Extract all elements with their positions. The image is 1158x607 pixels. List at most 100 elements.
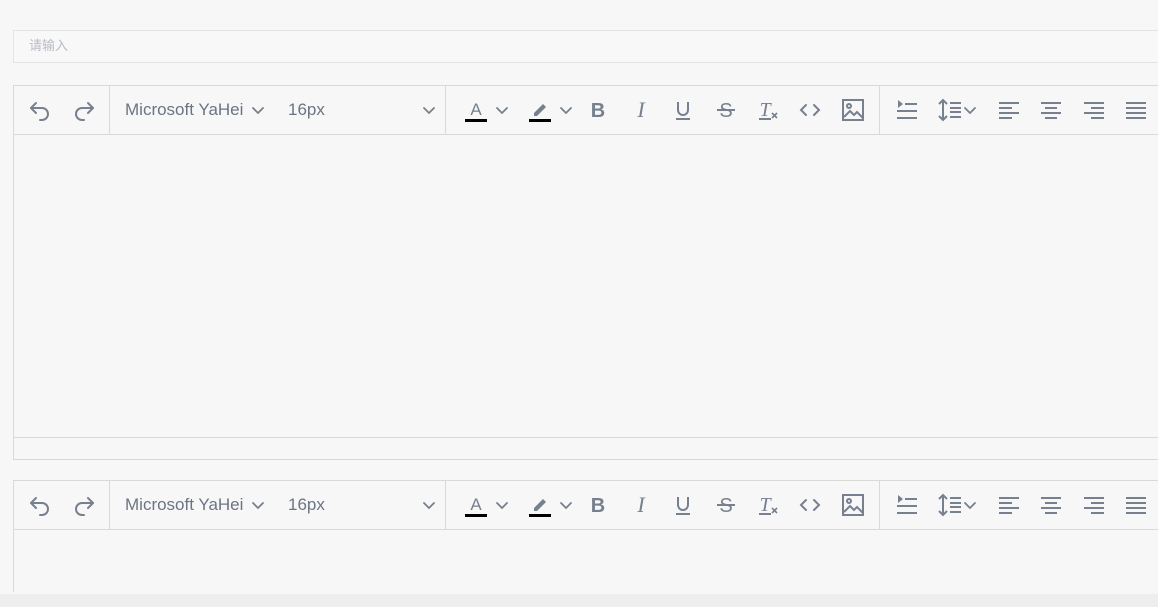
rich-text-editor-1: Microsoft YaHei 16px A B I S T (13, 85, 1158, 460)
align-left-icon (998, 494, 1020, 516)
strikethrough-button[interactable]: S (712, 491, 740, 519)
font-color-button[interactable]: A (458, 491, 514, 519)
font-size-value: 16px (288, 100, 325, 119)
underline-icon (672, 99, 694, 121)
font-size-select[interactable]: 16px (288, 96, 436, 124)
svg-text:T: T (759, 99, 772, 121)
italic-button[interactable]: I (627, 96, 655, 124)
underline-button[interactable] (669, 491, 697, 519)
bold-button[interactable]: B (584, 96, 612, 124)
font-color-icon: A (463, 97, 489, 123)
image-icon (841, 493, 865, 517)
toolbar-separator (879, 86, 880, 134)
clear-format-icon: T (756, 98, 780, 122)
underline-icon (672, 494, 694, 516)
clear-format-icon: T (756, 493, 780, 517)
strikethrough-button[interactable]: S (712, 96, 740, 124)
svg-text:T: T (759, 494, 772, 516)
editor-toolbar: Microsoft YaHei 16px A B I S T (14, 86, 1158, 135)
align-center-icon (1040, 99, 1062, 121)
indent-icon (895, 493, 919, 517)
align-center-icon (1040, 494, 1062, 516)
indent-icon (895, 98, 919, 122)
image-button[interactable] (839, 491, 867, 519)
code-button[interactable] (796, 96, 824, 124)
toolbar-separator (109, 481, 110, 529)
font-size-select[interactable]: 16px (288, 491, 436, 519)
toolbar-separator (879, 481, 880, 529)
chevron-down-icon (559, 103, 573, 117)
svg-text:B: B (591, 495, 605, 516)
rich-text-editor-2: Microsoft YaHei 16px A B I S T (13, 480, 1158, 592)
svg-text:A: A (470, 495, 482, 514)
align-justify-button[interactable] (1122, 96, 1150, 124)
image-button[interactable] (839, 96, 867, 124)
chevron-down-icon (251, 498, 265, 512)
strikethrough-icon: S (715, 494, 737, 516)
code-button[interactable] (796, 491, 824, 519)
align-center-button[interactable] (1037, 491, 1065, 519)
undo-button[interactable] (26, 96, 54, 124)
align-right-button[interactable] (1080, 491, 1108, 519)
editor-toolbar: Microsoft YaHei 16px A B I S T (14, 481, 1158, 530)
align-left-icon (998, 99, 1020, 121)
font-size-value: 16px (288, 495, 325, 514)
chevron-down-icon (559, 498, 573, 512)
line-height-icon (937, 493, 963, 517)
redo-button[interactable] (70, 96, 98, 124)
redo-icon (72, 98, 96, 122)
undo-button[interactable] (26, 491, 54, 519)
font-color-icon: A (463, 492, 489, 518)
font-family-select[interactable]: Microsoft YaHei (125, 491, 273, 519)
svg-text:A: A (470, 100, 482, 119)
svg-text:I: I (636, 494, 646, 516)
chevron-down-icon (251, 103, 265, 117)
highlight-button[interactable] (522, 491, 578, 519)
align-left-button[interactable] (995, 96, 1023, 124)
font-color-button[interactable]: A (458, 96, 514, 124)
clear-format-button[interactable]: T (754, 96, 782, 124)
horizontal-scrollbar[interactable] (0, 594, 1158, 607)
clear-format-button[interactable]: T (754, 491, 782, 519)
italic-button[interactable]: I (627, 491, 655, 519)
svg-text:I: I (636, 99, 646, 121)
chevron-down-icon (422, 103, 436, 117)
line-height-button[interactable] (933, 491, 981, 519)
toolbar-separator (445, 86, 446, 134)
chevron-down-icon (963, 103, 977, 117)
align-right-icon (1083, 494, 1105, 516)
undo-icon (28, 493, 52, 517)
line-height-icon (937, 98, 963, 122)
text-input-field[interactable] (13, 30, 1158, 63)
text-input[interactable] (14, 31, 1158, 62)
bold-button[interactable]: B (584, 491, 612, 519)
underline-button[interactable] (669, 96, 697, 124)
highlight-icon (527, 492, 553, 518)
align-center-button[interactable] (1037, 96, 1065, 124)
redo-icon (72, 493, 96, 517)
chevron-down-icon (422, 498, 436, 512)
align-left-button[interactable] (995, 491, 1023, 519)
svg-text:B: B (591, 100, 605, 121)
align-justify-button[interactable] (1122, 491, 1150, 519)
code-icon (798, 493, 822, 517)
chevron-down-icon (963, 498, 977, 512)
code-icon (798, 98, 822, 122)
indent-button[interactable] (893, 96, 921, 124)
font-family-select[interactable]: Microsoft YaHei (125, 96, 273, 124)
align-right-icon (1083, 99, 1105, 121)
indent-button[interactable] (893, 491, 921, 519)
italic-icon: I (630, 494, 652, 516)
line-height-button[interactable] (933, 96, 981, 124)
highlight-icon (527, 97, 553, 123)
editor-content-area[interactable] (14, 530, 1158, 592)
italic-icon: I (630, 99, 652, 121)
align-right-button[interactable] (1080, 96, 1108, 124)
image-icon (841, 98, 865, 122)
highlight-button[interactable] (522, 96, 578, 124)
toolbar-separator (445, 481, 446, 529)
toolbar-separator (109, 86, 110, 134)
redo-button[interactable] (70, 491, 98, 519)
chevron-down-icon (495, 103, 509, 117)
editor-content-area[interactable] (14, 135, 1158, 438)
